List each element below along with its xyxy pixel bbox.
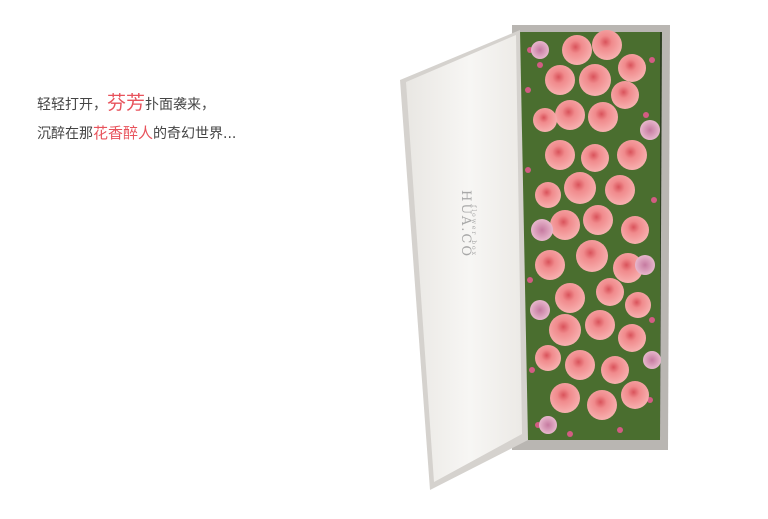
tagline-text: 的奇幻世界... [153, 126, 237, 142]
tagline: 轻轻打开，芬芳扑面袭来， 沉醉在那花香醉人的奇幻世界... [37, 89, 236, 148]
brand-subtitle: flower box [470, 205, 477, 257]
tagline-highlight: 芬芳 [107, 92, 146, 114]
tagline-line-2: 沉醉在那花香醉人的奇幻世界... [37, 119, 236, 148]
flowers [520, 30, 661, 440]
tagline-text: 轻轻打开， [37, 97, 107, 113]
tagline-text: 沉醉在那 [37, 126, 93, 142]
flower-box-image: HUA.CO flower box [400, 25, 670, 490]
tagline-highlight: 花香醉人 [93, 124, 154, 142]
box-lid: HUA.CO flower box [400, 30, 528, 490]
tagline-line-1: 轻轻打开，芬芳扑面袭来， [37, 89, 236, 119]
tagline-text: 扑面袭来， [145, 97, 216, 113]
